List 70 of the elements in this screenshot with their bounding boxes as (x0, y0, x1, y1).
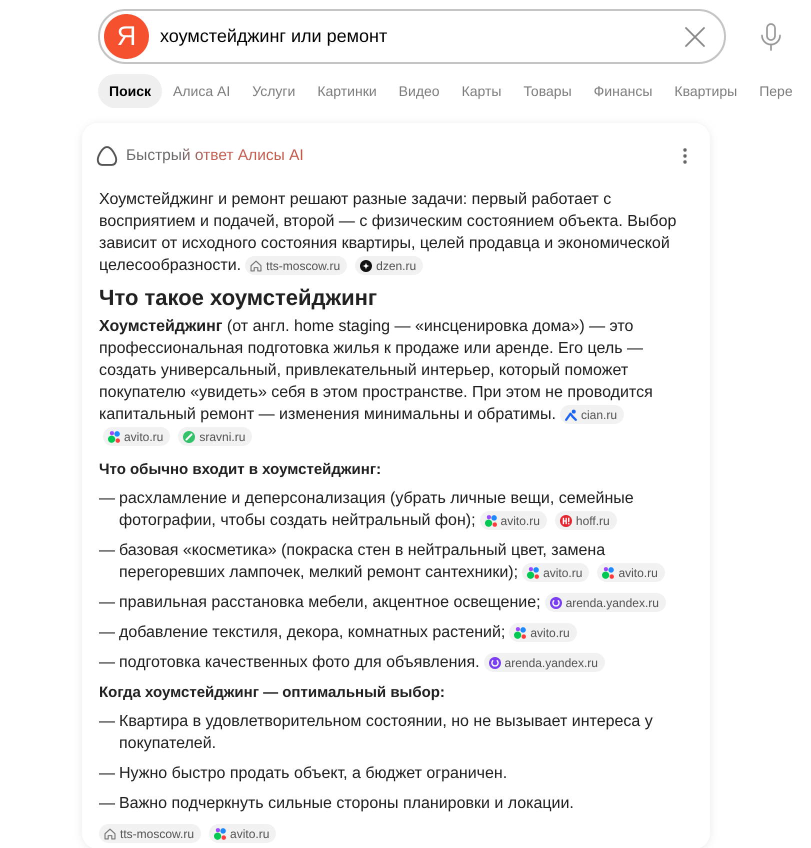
list-marker: — (99, 541, 116, 561)
search-tab[interactable]: Товары (512, 74, 583, 108)
source-link[interactable]: avito.ru (209, 824, 276, 843)
paragraph-text: Хоумстейджинг (от англ. home staging — «инсценировка дома») — это профессиональная подготовка жилья к продаже или аренде. Его цель — создать универсальный, привлекательный интерьер, который поможет покупателю «увидеть» себя в этом пространстве. При этом не проводится капитальный ремонт — изменения минимальны и обратимы. cian.ru avito.ru sravni.ru (99, 316, 693, 448)
search-tab[interactable]: Картинки (306, 74, 388, 108)
list-marker: — (99, 593, 116, 613)
search-tab[interactable]: Финансы (582, 74, 664, 108)
search-tab[interactable]: Поиск (98, 74, 162, 108)
list-item-text: Квартира в удовлетворительном состоянии, но не вызывает интереса у покупателей. (119, 712, 654, 754)
close-icon (685, 26, 705, 46)
source-link[interactable]: tts-moscow.ru (245, 256, 348, 276)
list-item-text: Нужно быстро продать объект, а бюджет ограничен. (119, 764, 508, 784)
search-tab[interactable]: Квартиры (663, 74, 748, 108)
list-item-text: базовая «косметика» (покраска стен в нейтральный цвет, замена перегоревших лампочек, мелкий ремонт сантехники); avito.ru avito.ru (119, 540, 693, 584)
section-heading: Что такое хоумстейджинг (99, 284, 378, 312)
subsection-heading: Когда хоумстейджинг — оптимальный выбор: (99, 683, 446, 703)
source-link[interactable]: avito.ru (597, 563, 665, 582)
source-link[interactable]: hoff.ru (554, 511, 617, 530)
logo[interactable]: Я (104, 14, 149, 59)
dots-icon (514, 626, 526, 639)
list-item-text: правильная расстановка мебели, акцентное освещение; arenda.yandex.ru (119, 592, 693, 614)
paragraph-text: Хоумстейджинг и ремонт решают разные задачи: первый работает с восприятием и подачей, второй — с физическим состоянием объекта. Выбор зависит от исходного состояния квартиры, целей продавца и экономической целесообразности. tts-moscow.ru dzen.ru (99, 190, 678, 277)
house-icon (104, 828, 116, 840)
dots-icon (602, 566, 614, 579)
list-marker: — (99, 794, 116, 814)
voice-search-button[interactable] (761, 22, 781, 50)
search-tab[interactable]: Услуги (241, 74, 306, 108)
source-link[interactable]: arenda.yandex.ru (544, 593, 666, 612)
dots-icon (527, 566, 540, 579)
bars-disc-icon (560, 514, 572, 527)
source-link[interactable]: cian.ru (560, 405, 624, 424)
ring-disc-icon (488, 656, 501, 669)
house-icon (250, 260, 262, 272)
search-tab[interactable]: Алиса AI (162, 74, 242, 108)
dots-icon (484, 514, 497, 527)
more-button[interactable] (683, 148, 687, 164)
microphone-icon (761, 22, 781, 50)
list-marker: — (99, 489, 116, 509)
alice-icon (96, 146, 118, 166)
list-item-text: добавление текстиля, декора, комнатных растений; avito.ru (119, 622, 693, 644)
subsection-heading: Что обычно входит в хоумстейджинг: (99, 460, 382, 480)
list-item-text: расхламление и деперсонализация (убрать личные вещи, семейные фотографии, чтобы создать нейтральный фон); avito.ru hoff.ru (119, 489, 635, 532)
source-link[interactable]: dzen.ru (355, 256, 424, 276)
list-item-text: подготовка качественных фото для объявления. arenda.yandex.ru (119, 652, 693, 674)
star-disc-icon (360, 260, 372, 272)
source-link[interactable]: arenda.yandex.ru (484, 653, 605, 672)
clear-button[interactable] (685, 26, 705, 46)
list-marker: — (99, 653, 116, 673)
source-link[interactable]: avito.ru (509, 623, 577, 642)
ring-disc-icon (550, 596, 562, 609)
source-link[interactable]: avito.ru (522, 563, 590, 582)
list-marker: — (99, 712, 116, 732)
search-input[interactable]: хоумстейджинг или ремонт (160, 26, 685, 47)
source-link[interactable]: tts-moscow.ru (99, 824, 202, 843)
search-field[interactable]: Я хоумстейджинг или ремонт (98, 9, 726, 64)
source-link[interactable]: avito.ru (480, 511, 547, 530)
search-tab[interactable]: Видео (388, 74, 451, 108)
kebab-menu-icon (683, 148, 687, 164)
list-marker: — (99, 623, 116, 643)
list-marker: — (99, 764, 116, 784)
dots-icon (214, 828, 226, 840)
list-item-text: Важно подчеркнуть сильные стороны планировки и локации. (119, 794, 575, 814)
answer-title: Быстрый ответ Алисы AI (126, 146, 304, 166)
source-link[interactable]: avito.ru (103, 427, 170, 446)
figure-icon (565, 408, 577, 421)
search-tab[interactable]: Карты (450, 74, 512, 108)
source-link[interactable]: sravni.ru (178, 427, 252, 446)
dots-icon (108, 430, 120, 443)
search-tab[interactable]: Пере (748, 74, 804, 108)
slash-disc-icon (183, 430, 196, 443)
